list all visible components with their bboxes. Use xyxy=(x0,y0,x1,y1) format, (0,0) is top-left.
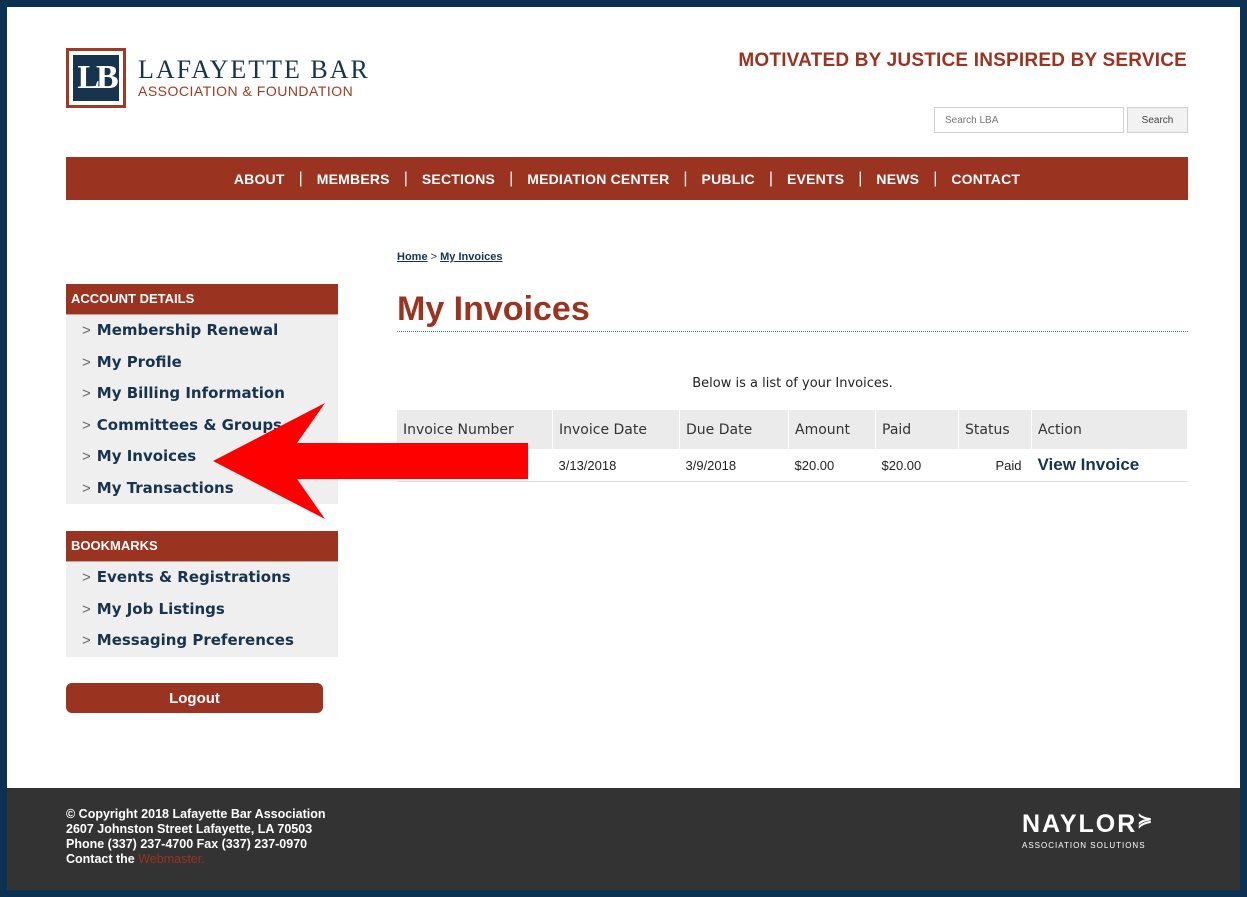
column-header-paid: Paid xyxy=(875,410,959,449)
nav-item-news[interactable]: NEWS xyxy=(862,171,933,187)
column-header-amount: Amount xyxy=(788,410,876,449)
sidebar-item-membership-renewal[interactable]: > Membership Renewal xyxy=(66,315,338,347)
chevron-right-icon: > xyxy=(82,322,91,339)
sidebar-item-label: My Job Listings xyxy=(96,599,225,618)
breadcrumb-separator: > xyxy=(430,251,438,263)
nav-item-sections[interactable]: SECTIONS xyxy=(408,171,509,187)
footer-phone: Phone (337) 237-4700 Fax (337) 237-0970 xyxy=(66,837,308,851)
footer-contact-prefix: Contact the xyxy=(66,852,135,866)
sidebar-item-label: Messaging Preferences xyxy=(96,631,294,649)
chevron-right-icon: > xyxy=(82,353,91,371)
logo-initials: LB xyxy=(73,55,119,101)
breadcrumb: Home > My Invoices xyxy=(397,251,502,263)
footer-info: © Copyright 2018 Lafayette Bar Associati… xyxy=(66,807,326,867)
breadcrumb-home-link[interactable]: Home xyxy=(397,251,428,263)
cell-due-date: 3/9/2018 xyxy=(679,449,789,482)
logo-subtitle: ASSOCIATION & FOUNDATION xyxy=(138,83,354,99)
logout-button[interactable]: Logout xyxy=(66,683,323,713)
nav-item-contact[interactable]: CONTACT xyxy=(937,171,1034,187)
chevron-right-icon: > xyxy=(82,479,91,497)
search-input[interactable] xyxy=(934,107,1124,133)
breadcrumb-current-link[interactable]: My Invoices xyxy=(440,251,502,263)
chevron-right-icon: > xyxy=(82,632,91,649)
red-arrow-annotation xyxy=(213,403,528,519)
sidebar-item-label: Membership Renewal xyxy=(96,321,279,339)
nav-item-about[interactable]: ABOUT xyxy=(220,171,299,187)
footer: © Copyright 2018 Lafayette Bar Associati… xyxy=(7,788,1240,890)
intro-text: Below is a list of your Invoices. xyxy=(692,376,893,391)
nav-item-mediation-center[interactable]: MEDIATION CENTER xyxy=(513,171,683,187)
account-details-header: ACCOUNT DETAILS xyxy=(66,284,338,315)
tagline: MOTIVATED BY JUSTICE INSPIRED BY SERVICE xyxy=(738,50,1187,71)
cell-status: Paid xyxy=(958,449,1032,482)
chevron-right-icon: > xyxy=(82,600,91,618)
nav-item-events[interactable]: EVENTS xyxy=(773,171,858,187)
sidebar-item-label: My Profile xyxy=(96,352,182,371)
sidebar-item-label: My Invoices xyxy=(96,447,197,465)
nav-item-members[interactable]: MEMBERS xyxy=(303,171,404,187)
cell-paid: $20.00 xyxy=(875,449,959,482)
sidebar-item-events-registrations[interactable]: > Events & Registrations xyxy=(66,562,338,594)
search-button[interactable]: Search xyxy=(1127,107,1188,133)
logo-name: LAFAYETTE BAR xyxy=(138,55,370,84)
logo-mark: LB xyxy=(66,48,126,108)
bookmarks-panel: BOOKMARKS > Events & Registrations > My Jo… xyxy=(66,531,338,657)
sidebar-item-label: Events & Registrations xyxy=(96,568,291,586)
footer-copyright: © Copyright 2018 Lafayette Bar Associati… xyxy=(66,807,326,821)
chevron-right-icon: > xyxy=(82,416,91,434)
chevron-right-icon: > xyxy=(82,569,91,586)
chevron-right-icon: > xyxy=(82,385,91,402)
site-logo[interactable]: LB LAFAYETTE BAR ASSOCIATION & FOUNDATIO… xyxy=(66,48,370,108)
cell-invoice-date: 3/13/2018 xyxy=(552,449,680,482)
page: LB LAFAYETTE BAR ASSOCIATION & FOUNDATIO… xyxy=(7,7,1240,890)
naylor-chevron-icon: ≽ xyxy=(1137,810,1155,830)
column-header-due-date: Due Date xyxy=(679,410,789,449)
column-header-invoice-date: Invoice Date xyxy=(552,410,680,449)
arrow-shape xyxy=(213,403,528,519)
sidebar-item-messaging-preferences[interactable]: > Messaging Preferences xyxy=(66,625,338,657)
sidebar-item-my-profile[interactable]: > My Profile xyxy=(66,347,338,379)
sidebar-item-label: My Billing Information xyxy=(96,384,285,402)
naylor-wordmark: NAYLOR xyxy=(1022,810,1138,838)
webmaster-link[interactable]: Webmaster. xyxy=(138,852,204,866)
column-header-action: Action xyxy=(1031,410,1188,449)
nav-item-public[interactable]: PUBLIC xyxy=(688,171,769,187)
column-header-status: Status xyxy=(958,410,1032,449)
naylor-tagline: ASSOCIATION SOLUTIONS xyxy=(1022,841,1146,850)
view-invoice-link[interactable]: View Invoice xyxy=(1031,449,1188,482)
footer-contact: Contact the Webmaster. xyxy=(66,852,326,867)
page-title: My Invoices xyxy=(397,289,1188,332)
naylor-logo[interactable]: NAYLOR≽ ASSOCIATION SOLUTIONS xyxy=(1022,810,1154,850)
chevron-right-icon: > xyxy=(82,448,91,465)
bookmarks-header: BOOKMARKS xyxy=(66,531,338,562)
cell-amount: $20.00 xyxy=(788,449,876,482)
footer-address: 2607 Johnston Street Lafayette, LA 70503 xyxy=(66,822,313,836)
sidebar-item-job-listings[interactable]: > My Job Listings xyxy=(66,594,338,626)
main-nav: ABOUT | MEMBERS | SECTIONS | MEDIATION C… xyxy=(66,157,1188,200)
